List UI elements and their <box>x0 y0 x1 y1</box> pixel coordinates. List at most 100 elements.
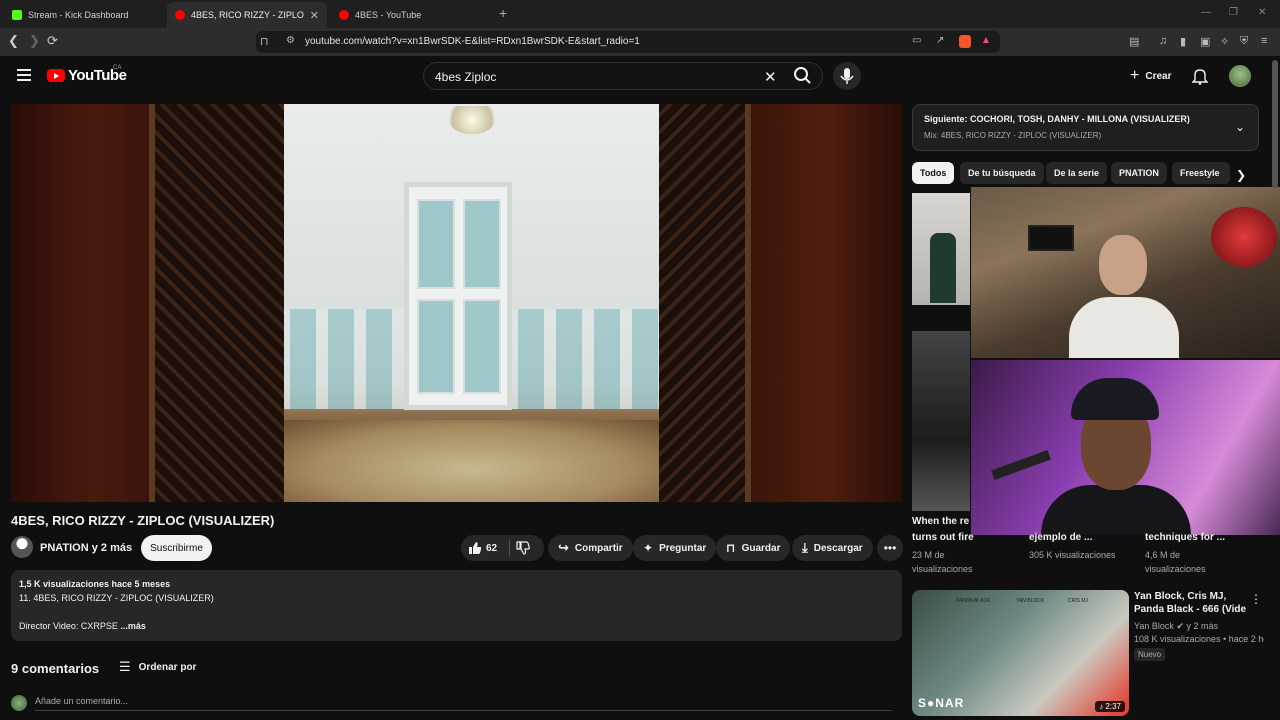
new-tab-button[interactable]: + <box>499 5 507 21</box>
brave-shield-icon[interactable] <box>959 35 971 48</box>
webcam-overlay-bottom <box>971 360 1280 535</box>
chevron-right-icon[interactable]: ❯ <box>1236 168 1246 182</box>
more-vertical-icon[interactable]: ⋮ <box>1250 592 1262 606</box>
like-separator <box>509 540 510 556</box>
plus-icon: + <box>1130 67 1140 84</box>
recommendation-thumbnail[interactable] <box>912 193 970 305</box>
recommendation-title[interactable]: Yan Block, Cris MJ, <box>1134 591 1226 602</box>
music-icon[interactable]: ♫ <box>1159 35 1167 47</box>
thumbs-down-icon[interactable] <box>516 541 530 555</box>
recommendation-title[interactable]: turns out fire <box>912 532 998 543</box>
duration-badge: ♪ 2:37 <box>1095 701 1125 712</box>
description-line: Director Video: CXRPSE ...más <box>19 619 894 633</box>
video-frame-left-curtain <box>11 104 149 502</box>
show-more-link[interactable]: ...más <box>120 621 146 631</box>
tab-label: 4BES - YouTube <box>355 10 422 20</box>
thumbs-up-icon[interactable] <box>468 541 482 555</box>
view-stats: 1,5 K visualizaciones hace 5 meses <box>19 579 171 589</box>
chip-from-series[interactable]: De la serie <box>1046 162 1108 184</box>
sparkle-icon: ✦ <box>643 541 654 555</box>
maximize-icon[interactable]: ❐ <box>1229 7 1238 18</box>
like-count[interactable]: 62 <box>486 543 497 554</box>
youtube-header: YouTube CA 4bes Ziploc ✕ + Crear <box>0 56 1280 98</box>
thumbnail-tag: YAN BLOCK <box>1016 598 1045 604</box>
brave-rewards-icon[interactable]: ▲ <box>981 35 991 46</box>
close-tab-icon[interactable]: ✕ <box>310 9 319 22</box>
chip-all[interactable]: Todos <box>912 162 955 184</box>
share-button[interactable]: ↪ Compartir <box>548 535 633 561</box>
address-bar[interactable]: ⊓ ⚙ youtube.com/watch?v=xn1BwrSDK-E&list… <box>256 31 1000 53</box>
wallet-icon[interactable]: ▣ <box>1200 35 1210 48</box>
more-actions-button[interactable]: ••• <box>877 535 903 561</box>
center-door-image <box>404 182 512 410</box>
notifications-bell-icon[interactable] <box>1192 67 1208 85</box>
like-dislike-group: 62 <box>461 535 544 561</box>
tab-kick-dashboard[interactable]: Stream - Kick Dashboard <box>4 2 164 28</box>
create-button[interactable]: + Crear <box>1122 64 1179 88</box>
tab-current-video[interactable]: 4BES, RICO RIZZY - ZIPLOC (VIS ✕ <box>167 2 327 28</box>
recommendation-title[interactable]: techniques for ... <box>1145 532 1225 543</box>
ask-button[interactable]: ✦ Preguntar <box>633 535 717 561</box>
recommendation-thumbnail[interactable]: PANDA BLACK YAN BLOCK CRIS MJ S●NAR ♪ 2:… <box>912 590 1129 716</box>
menu-icon[interactable]: ≡ <box>1261 35 1267 47</box>
search-box[interactable]: 4bes Ziploc ✕ <box>423 62 823 90</box>
recommendation-title[interactable]: Panda Black - 666 (Vide... <box>1134 604 1246 615</box>
playlist-up-next[interactable]: Siguiente: COCHORI, TOSH, DANHY - MILLON… <box>912 104 1259 151</box>
leo-ai-icon[interactable]: ✧ <box>1220 35 1229 48</box>
chip-freestyle[interactable]: Freestyle <box>1172 162 1230 184</box>
forward-icon[interactable]: ❯ <box>29 34 40 48</box>
site-info-icon[interactable]: ⚙ <box>286 35 295 46</box>
recommendation-title[interactable]: ejemplo de ... <box>1029 532 1092 543</box>
page-scrollbar[interactable] <box>1272 60 1278 188</box>
description-box[interactable]: 1,5 K visualizaciones hace 5 meses 11. 4… <box>11 570 902 641</box>
subscribe-button[interactable]: Suscribirme <box>141 535 212 561</box>
download-label: Descargar <box>813 542 863 554</box>
recommendation-title[interactable]: When the re <box>912 516 970 527</box>
download-icon: ⤓ <box>802 540 808 555</box>
channel-avatar[interactable] <box>11 536 33 558</box>
clear-search-icon[interactable]: ✕ <box>764 68 777 86</box>
comments-count: 9 comentarios <box>11 661 100 676</box>
voice-search-button[interactable] <box>833 62 861 90</box>
sort-comments-button[interactable]: ☰ Ordenar por <box>119 659 196 675</box>
thumbnail-brand: S●NAR <box>918 696 965 710</box>
user-avatar <box>11 695 27 711</box>
minimize-icon[interactable]: — <box>1201 7 1211 18</box>
download-button[interactable]: ⤓ Descargar <box>792 535 873 561</box>
close-window-icon[interactable]: ✕ <box>1258 7 1266 18</box>
video-player[interactable] <box>11 104 902 502</box>
recommendation-thumbnail[interactable] <box>912 331 970 511</box>
recommendation-meta: 305 K visualizaciones <box>1029 550 1116 560</box>
chevron-down-icon[interactable]: ⌄ <box>1235 120 1245 134</box>
back-icon[interactable]: ❮ <box>8 34 19 48</box>
bookmark-icon[interactable]: ⊓ <box>260 35 269 48</box>
verified-icon: ✔ <box>1176 621 1184 631</box>
cast-icon[interactable]: ▭ <box>912 35 921 46</box>
comment-input[interactable]: Añade un comentario... <box>35 696 892 711</box>
recommendation-meta: 23 M de visualizaciones <box>912 550 973 574</box>
chip-from-search[interactable]: De tu búsqueda <box>960 162 1044 184</box>
search-icon[interactable] <box>788 62 822 90</box>
url-text[interactable]: youtube.com/watch?v=xn1BwrSDK-E&list=RDx… <box>305 36 640 47</box>
webcam-overlay-top <box>971 187 1280 358</box>
search-input[interactable]: 4bes Ziploc <box>435 70 496 84</box>
tab-4bes-youtube[interactable]: 4BES - YouTube <box>331 2 491 28</box>
reload-icon[interactable]: ⟳ <box>47 34 58 48</box>
recommendation-channel[interactable]: Yan Block ✔ y 2 más <box>1134 619 1218 633</box>
microphone-icon <box>840 68 854 84</box>
save-label: Guardar <box>741 542 781 554</box>
thumbnail-tag: CRIS MJ <box>1068 598 1088 604</box>
sidebar-toggle-icon[interactable]: ▮ <box>1180 35 1186 48</box>
channel-name[interactable]: PNATION y 2 más <box>40 542 132 554</box>
video-frame-left-door <box>149 104 284 502</box>
guide-menu-icon[interactable] <box>17 69 31 81</box>
reader-icon[interactable]: ▤ <box>1129 35 1139 48</box>
account-avatar[interactable] <box>1229 65 1251 87</box>
share-page-icon[interactable]: ↗ <box>936 35 944 46</box>
share-icon: ↪ <box>558 540 569 555</box>
save-button[interactable]: ⊓ Guardar <box>716 535 791 561</box>
chip-pnation[interactable]: PNATION <box>1111 162 1167 184</box>
browser-toolbar: ❮ ❯ ⟳ ⊓ ⚙ youtube.com/watch?v=xn1BwrSDK-… <box>0 28 1280 56</box>
vpn-icon[interactable]: ⛨ <box>1240 35 1248 48</box>
youtube-logo[interactable]: YouTube CA <box>47 65 127 84</box>
